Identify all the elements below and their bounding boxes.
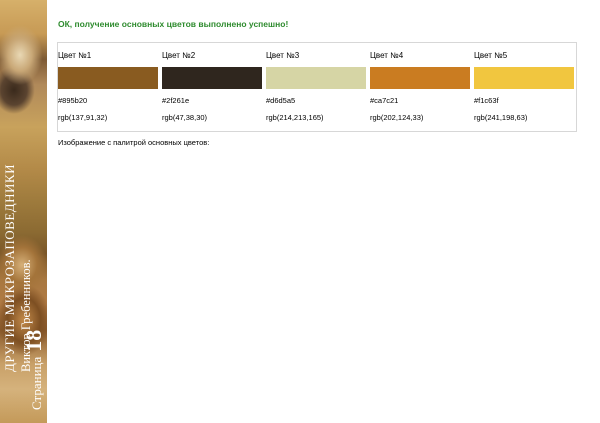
color-rgb: rgb(241,198,63)	[474, 113, 528, 122]
color-hex: #895b20	[58, 96, 88, 105]
palette-image-caption: Изображение с палитрой основных цветов:	[58, 138, 210, 147]
color-hex: #2f261e	[162, 96, 190, 105]
color-hex: #f1c63f	[474, 96, 499, 105]
color-hex: #ca7c21	[370, 96, 399, 105]
color-swatch	[266, 67, 366, 89]
color-label: Цвет №1	[58, 51, 92, 60]
color-rgb: rgb(47,38,30)	[162, 113, 208, 122]
page-prefix: Страница	[29, 356, 44, 410]
color-rgb: rgb(137,91,32)	[58, 113, 108, 122]
page-indicator: Страница 18	[21, 330, 47, 410]
color-label: Цвет №2	[162, 51, 196, 60]
color-swatch	[58, 67, 158, 89]
color-swatch	[370, 67, 470, 89]
status-message: ОК, получение основных цветов выполнено …	[58, 19, 289, 29]
color-label: Цвет №5	[474, 51, 508, 60]
color-label: Цвет №4	[370, 51, 404, 60]
page-number: 18	[21, 329, 46, 352]
color-palette-table: Цвет №1 #895b20 rgb(137,91,32) Цвет №2 #…	[57, 42, 577, 132]
book-title: ДРУГИЕ МИКРОЗАПОВЕДНИКИ	[2, 164, 17, 372]
color-rgb: rgb(202,124,33)	[370, 113, 424, 122]
color-swatch	[162, 67, 262, 89]
color-label: Цвет №3	[266, 51, 300, 60]
book-cover-strip: ДРУГИЕ МИКРОЗАПОВЕДНИКИ Виктор Гребенник…	[0, 0, 47, 423]
color-swatch	[474, 67, 574, 89]
color-hex: #d6d5a5	[266, 96, 296, 105]
color-rgb: rgb(214,213,165)	[266, 113, 324, 122]
